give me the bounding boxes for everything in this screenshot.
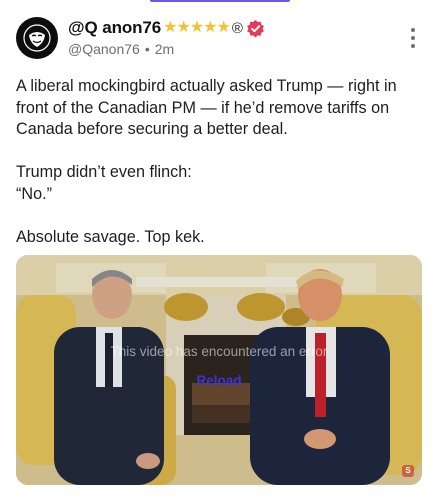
reload-button[interactable]: Reload xyxy=(16,373,422,388)
video-badge-icon: S xyxy=(402,465,414,477)
video-thumbnail xyxy=(16,255,422,485)
more-vertical-icon[interactable] xyxy=(411,28,417,48)
name-row: @Q anon76 ★★★★★ ® xyxy=(68,17,265,39)
separator-dot: • xyxy=(144,41,150,57)
post-text-line: A liberal mockingbird actually asked Tru… xyxy=(16,77,397,95)
anonymous-mask-icon xyxy=(23,24,51,52)
post-text-line: Trump didn’t even flinch: xyxy=(16,163,192,181)
post-header: @Q anon76 ★★★★★ ® @Qanon76 • 2m xyxy=(16,17,423,61)
handle[interactable]: @Qanon76 xyxy=(68,41,140,57)
video-player[interactable]: This video has encountered an error Relo… xyxy=(16,255,422,485)
video-error-message: This video has encountered an error xyxy=(110,344,328,359)
post-text-line: “No.” xyxy=(16,184,52,203)
display-name[interactable]: @Q anon76 xyxy=(68,18,161,38)
registered-mark: ® xyxy=(231,19,243,37)
post-body: A liberal mockingbird actually asked Tru… xyxy=(16,76,426,248)
timestamp[interactable]: 2m xyxy=(155,41,174,57)
post-text-line: front of the Canadian PM — if he’d remov… xyxy=(16,98,390,117)
post-text-line: Canada before securing a better deal. xyxy=(16,120,288,138)
post-text-line: Absolute savage. Top kek. xyxy=(16,227,205,246)
post-meta: @Q anon76 ★★★★★ ® @Qanon76 • 2m xyxy=(68,17,265,57)
top-accent-bar xyxy=(150,0,290,2)
verified-badge-icon xyxy=(247,19,264,37)
handle-row: @Qanon76 • 2m xyxy=(68,41,265,57)
avatar[interactable] xyxy=(16,17,58,59)
rating-stars: ★★★★★ xyxy=(163,19,231,36)
